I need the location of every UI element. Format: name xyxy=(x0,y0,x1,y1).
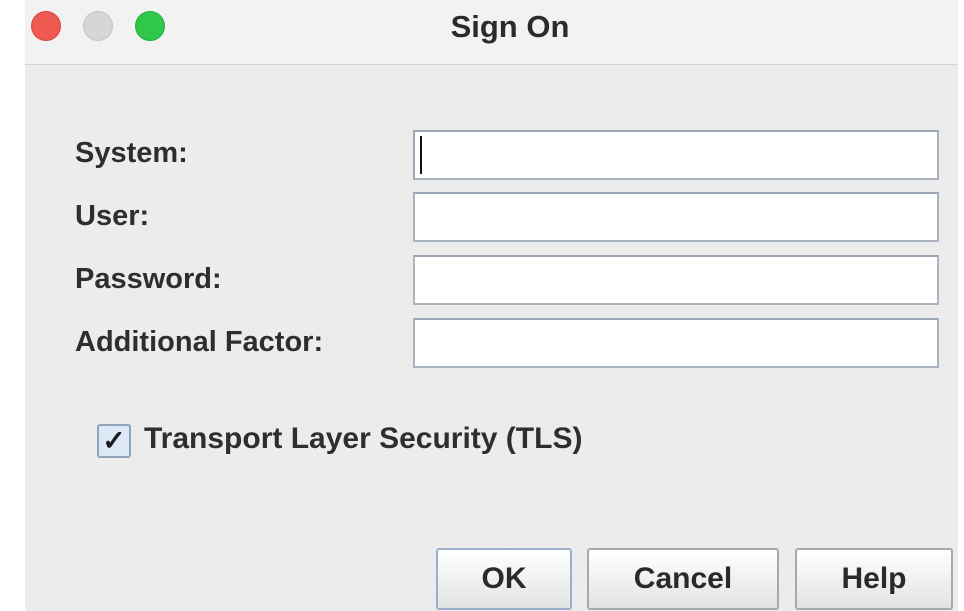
password-input[interactable] xyxy=(413,255,939,305)
ok-button[interactable]: OK xyxy=(436,548,572,610)
user-label: User: xyxy=(75,200,150,232)
cancel-button[interactable]: Cancel xyxy=(587,548,779,610)
password-label: Password: xyxy=(75,263,222,295)
title-bar: Sign On xyxy=(25,0,958,65)
tls-label[interactable]: Transport Layer Security (TLS) xyxy=(144,422,582,456)
tls-checkbox[interactable]: ✓ xyxy=(97,424,131,458)
system-label: System: xyxy=(75,137,188,169)
additional-factor-input[interactable] xyxy=(413,318,939,368)
text-caret xyxy=(420,136,422,174)
checkmark-icon: ✓ xyxy=(102,425,126,456)
user-input[interactable] xyxy=(413,192,939,242)
help-button[interactable]: Help xyxy=(795,548,953,610)
sign-on-dialog: Sign On System: User: Password: Addition… xyxy=(25,0,958,611)
additional-factor-label: Additional Factor: xyxy=(75,326,324,358)
window-title: Sign On xyxy=(450,9,570,44)
system-input[interactable] xyxy=(413,130,939,180)
